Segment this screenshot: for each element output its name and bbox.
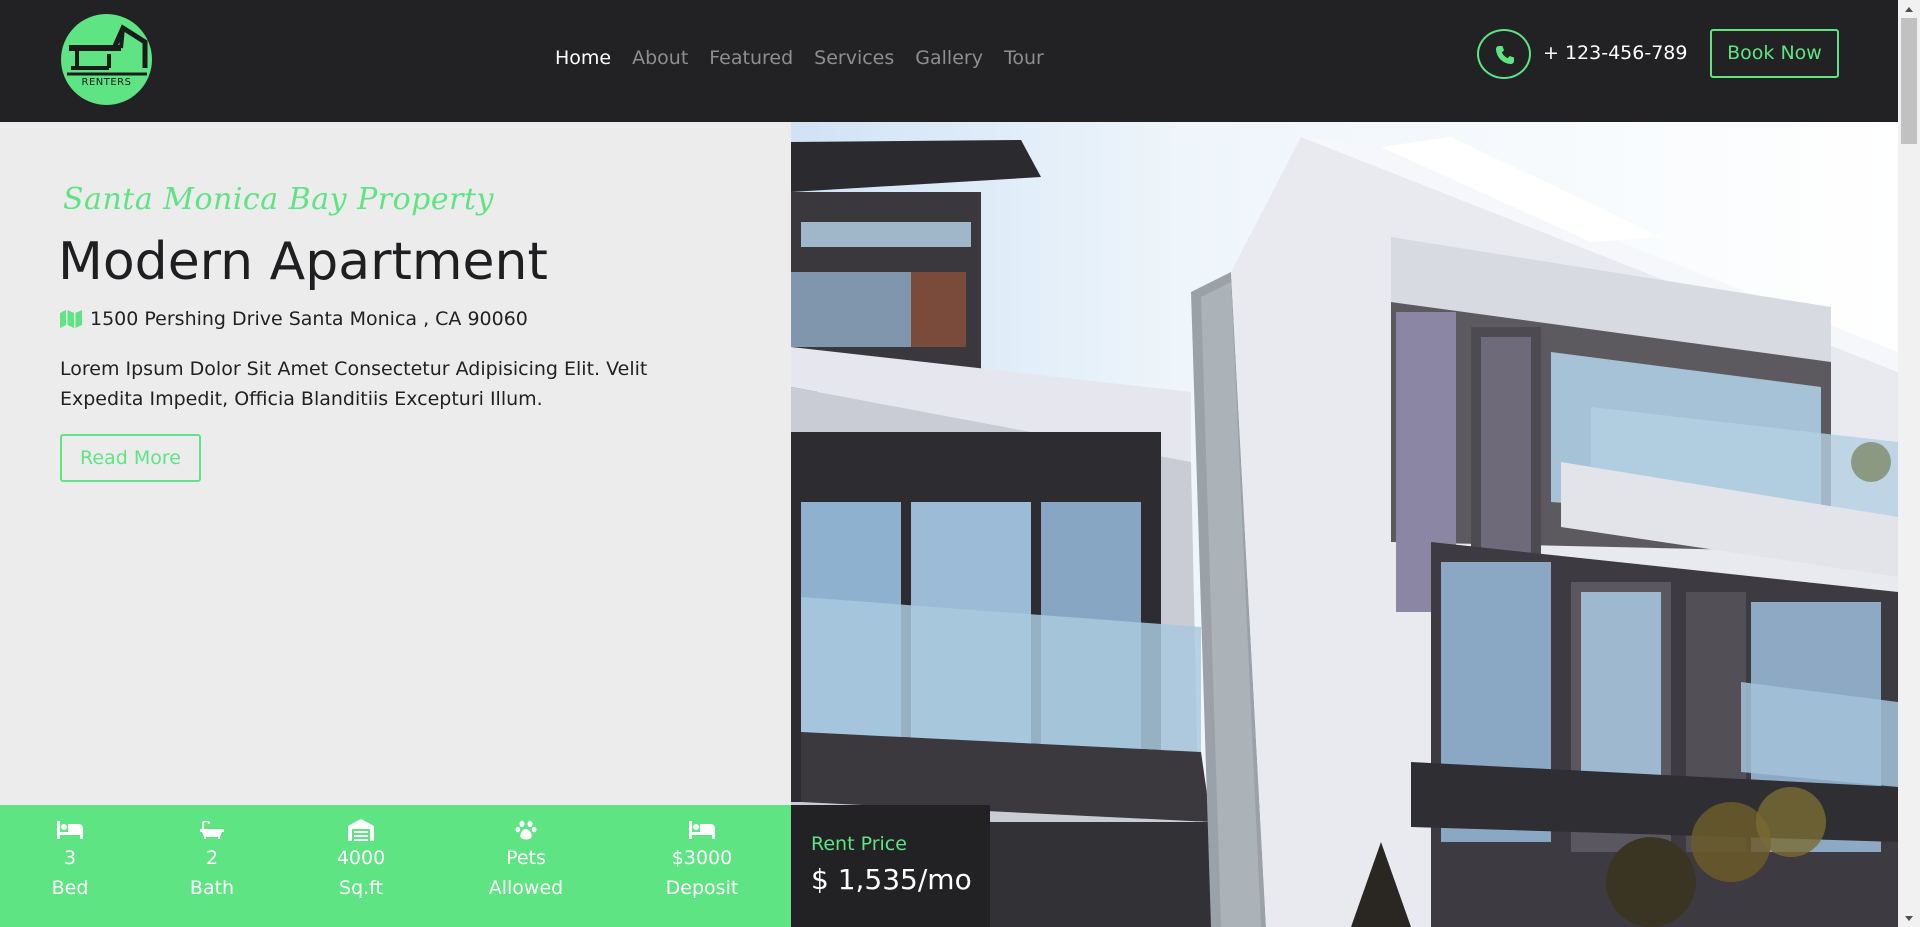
feature-bed: 3 Bed <box>40 817 100 903</box>
nav-about[interactable]: About <box>632 47 688 69</box>
logo-text: RENTERS <box>81 77 132 88</box>
warehouse-icon <box>348 819 374 841</box>
feature-bath-label: Bath <box>189 877 235 899</box>
phone-number[interactable]: + 123-456-789 <box>1543 42 1687 64</box>
scroll-down-arrow[interactable] <box>1898 909 1920 927</box>
feature-sqft: 4000 Sq.ft <box>326 817 396 903</box>
read-more-button[interactable]: Read More <box>60 434 201 482</box>
feature-pets-label: Allowed <box>488 877 564 899</box>
rent-price-label: Rent Price <box>811 833 907 855</box>
hero-subtitle: Santa Monica Bay Property <box>63 182 494 217</box>
feature-deposit: $3000 Deposit <box>658 817 746 903</box>
hero-title: Modern Apartment <box>58 232 548 292</box>
nav-featured[interactable]: Featured <box>709 47 793 69</box>
nav-gallery[interactable]: Gallery <box>915 47 983 69</box>
paw-icon <box>515 820 537 840</box>
main-nav: Home About Featured Services Gallery Tou… <box>555 47 1044 69</box>
bed-icon <box>57 821 83 839</box>
nav-services[interactable]: Services <box>814 47 894 69</box>
feature-sqft-value: 4000 <box>336 847 386 869</box>
scroll-up-arrow[interactable] <box>1898 0 1920 18</box>
renters-logo[interactable]: RENTERS <box>61 14 152 105</box>
book-now-button[interactable]: Book Now <box>1710 29 1839 78</box>
hero-description: Lorem Ipsum Dolor Sit Amet Consectetur A… <box>60 358 648 410</box>
chevron-down-icon <box>1905 915 1913 921</box>
map-icon <box>60 310 82 328</box>
feature-pets-value: Pets <box>506 847 546 869</box>
bath-icon <box>200 821 224 839</box>
page-scrollbar[interactable] <box>1898 0 1920 927</box>
phone-button[interactable] <box>1477 29 1531 79</box>
chevron-up-icon <box>1905 6 1913 12</box>
property-features-bar: 3 Bed 2 Bath 4000 Sq.ft Pets Allowed $30… <box>0 805 791 927</box>
feature-bed-value: 3 <box>63 847 77 869</box>
rent-price-box: Rent Price $ 1,535/mo <box>791 805 990 927</box>
property-address: 1500 Pershing Drive Santa Monica , CA 90… <box>60 308 528 330</box>
feature-pets: Pets Allowed <box>480 817 572 903</box>
hero-text-panel: Santa Monica Bay Property Modern Apartme… <box>0 122 791 805</box>
nav-home[interactable]: Home <box>555 47 611 69</box>
scroll-thumb[interactable] <box>1901 18 1917 144</box>
phone-icon <box>1496 46 1514 64</box>
feature-deposit-label: Deposit <box>665 877 739 899</box>
feature-deposit-value: $3000 <box>671 847 733 869</box>
feature-bed-label: Bed <box>51 877 89 899</box>
feature-sqft-label: Sq.ft <box>339 877 383 899</box>
site-header: RENTERS Home About Featured Services Gal… <box>0 0 1898 122</box>
nav-tour[interactable]: Tour <box>1004 47 1044 69</box>
feature-bath-value: 2 <box>205 847 219 869</box>
rent-price-value: $ 1,535/mo <box>811 863 972 896</box>
address-text: 1500 Pershing Drive Santa Monica , CA 90… <box>90 308 528 330</box>
feature-bath: 2 Bath <box>182 817 242 903</box>
house-logo-icon <box>67 24 148 76</box>
bed-icon <box>689 821 715 839</box>
